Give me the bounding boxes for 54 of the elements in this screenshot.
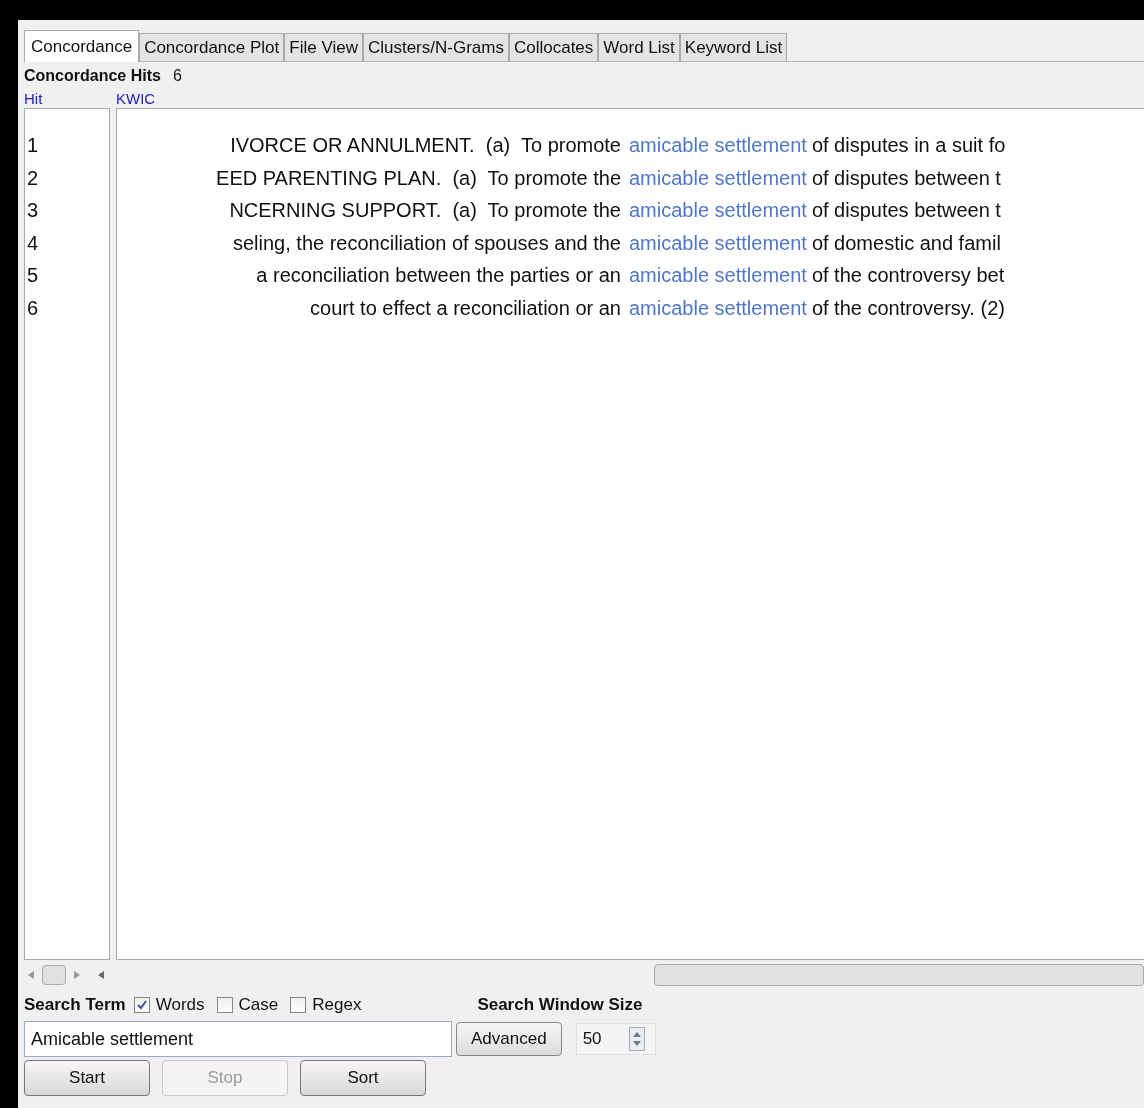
- keyword: amicable settlement: [629, 198, 807, 224]
- window-size-label: Search Window Size: [477, 994, 643, 1017]
- tab[interactable]: File View: [284, 33, 363, 61]
- keyword: amicable settlement: [629, 295, 807, 321]
- tab[interactable]: Keyword List: [679, 33, 788, 61]
- spinner-arrows-icon[interactable]: [628, 1027, 645, 1051]
- right-context: of disputes in a suit fo: [811, 133, 1006, 158]
- left-context: seling, the reconciliation of spouses and the: [232, 230, 621, 256]
- keyword: amicable settlement: [629, 133, 807, 158]
- left-context: IVORCE OR ANNULMENT. (a) To promote: [230, 133, 621, 158]
- right-context: of disputes between t: [811, 165, 1001, 191]
- tab[interactable]: Clusters/N-Grams: [362, 33, 509, 61]
- window-size-spinner[interactable]: 50: [575, 1023, 656, 1055]
- column-header[interactable]: Hit: [24, 88, 116, 108]
- keyword: amicable settlement: [629, 165, 807, 191]
- hit-number: 2: [26, 165, 39, 191]
- action-button[interactable]: Sort: [300, 1060, 426, 1096]
- hit-number: 6: [26, 295, 39, 321]
- search-field[interactable]: Amicable settlement: [24, 1021, 452, 1057]
- scrollbar-thumb[interactable]: [42, 965, 66, 985]
- right-context: of the controversy bet: [811, 263, 1005, 289]
- scroll-right-icon[interactable]: [74, 971, 80, 979]
- action-button[interactable]: Start: [24, 1060, 150, 1096]
- checkbox-label[interactable]: Words: [155, 992, 205, 1018]
- hits-label: Concordance Hits: [24, 66, 161, 86]
- left-context: a reconciliation between the parties or an: [256, 263, 621, 289]
- search-term-label: Search Term: [24, 994, 126, 1017]
- hit-number: 1: [26, 133, 39, 158]
- left-context: court to effect a reconciliation or an: [310, 295, 621, 321]
- hits-count: 6: [172, 66, 182, 86]
- scroll-left-icon[interactable]: [28, 971, 34, 979]
- scroll-left-icon[interactable]: [98, 971, 104, 979]
- checkbox[interactable]: [290, 997, 307, 1013]
- left-context: NCERNING SUPPORT. (a) To promote the: [229, 198, 621, 224]
- tab[interactable]: Word List: [598, 33, 680, 61]
- tab[interactable]: Concordance: [24, 30, 140, 62]
- checkbox-label[interactable]: Regex: [312, 992, 362, 1018]
- scrollbar-thumb[interactable]: [654, 964, 1144, 986]
- checkbox[interactable]: [216, 997, 233, 1013]
- checkbox-label[interactable]: Case: [238, 992, 279, 1018]
- keyword: amicable settlement: [629, 263, 807, 289]
- hit-number: 5: [26, 263, 39, 289]
- right-context: of domestic and famil: [811, 230, 1001, 256]
- hit-number: 3: [26, 198, 39, 224]
- right-context: of the controversy. (2): [811, 295, 1005, 321]
- column-header[interactable]: KWIC: [116, 88, 156, 108]
- hit-number: 4: [26, 230, 39, 256]
- checkbox[interactable]: [133, 997, 150, 1013]
- right-context: of disputes between t: [811, 198, 1001, 224]
- tab[interactable]: Concordance Plot: [139, 33, 285, 61]
- advanced-button[interactable]: Advanced: [456, 1022, 562, 1056]
- left-context: EED PARENTING PLAN. (a) To promote the: [216, 165, 621, 191]
- keyword: amicable settlement: [629, 230, 807, 256]
- tab[interactable]: Collocates: [508, 33, 599, 61]
